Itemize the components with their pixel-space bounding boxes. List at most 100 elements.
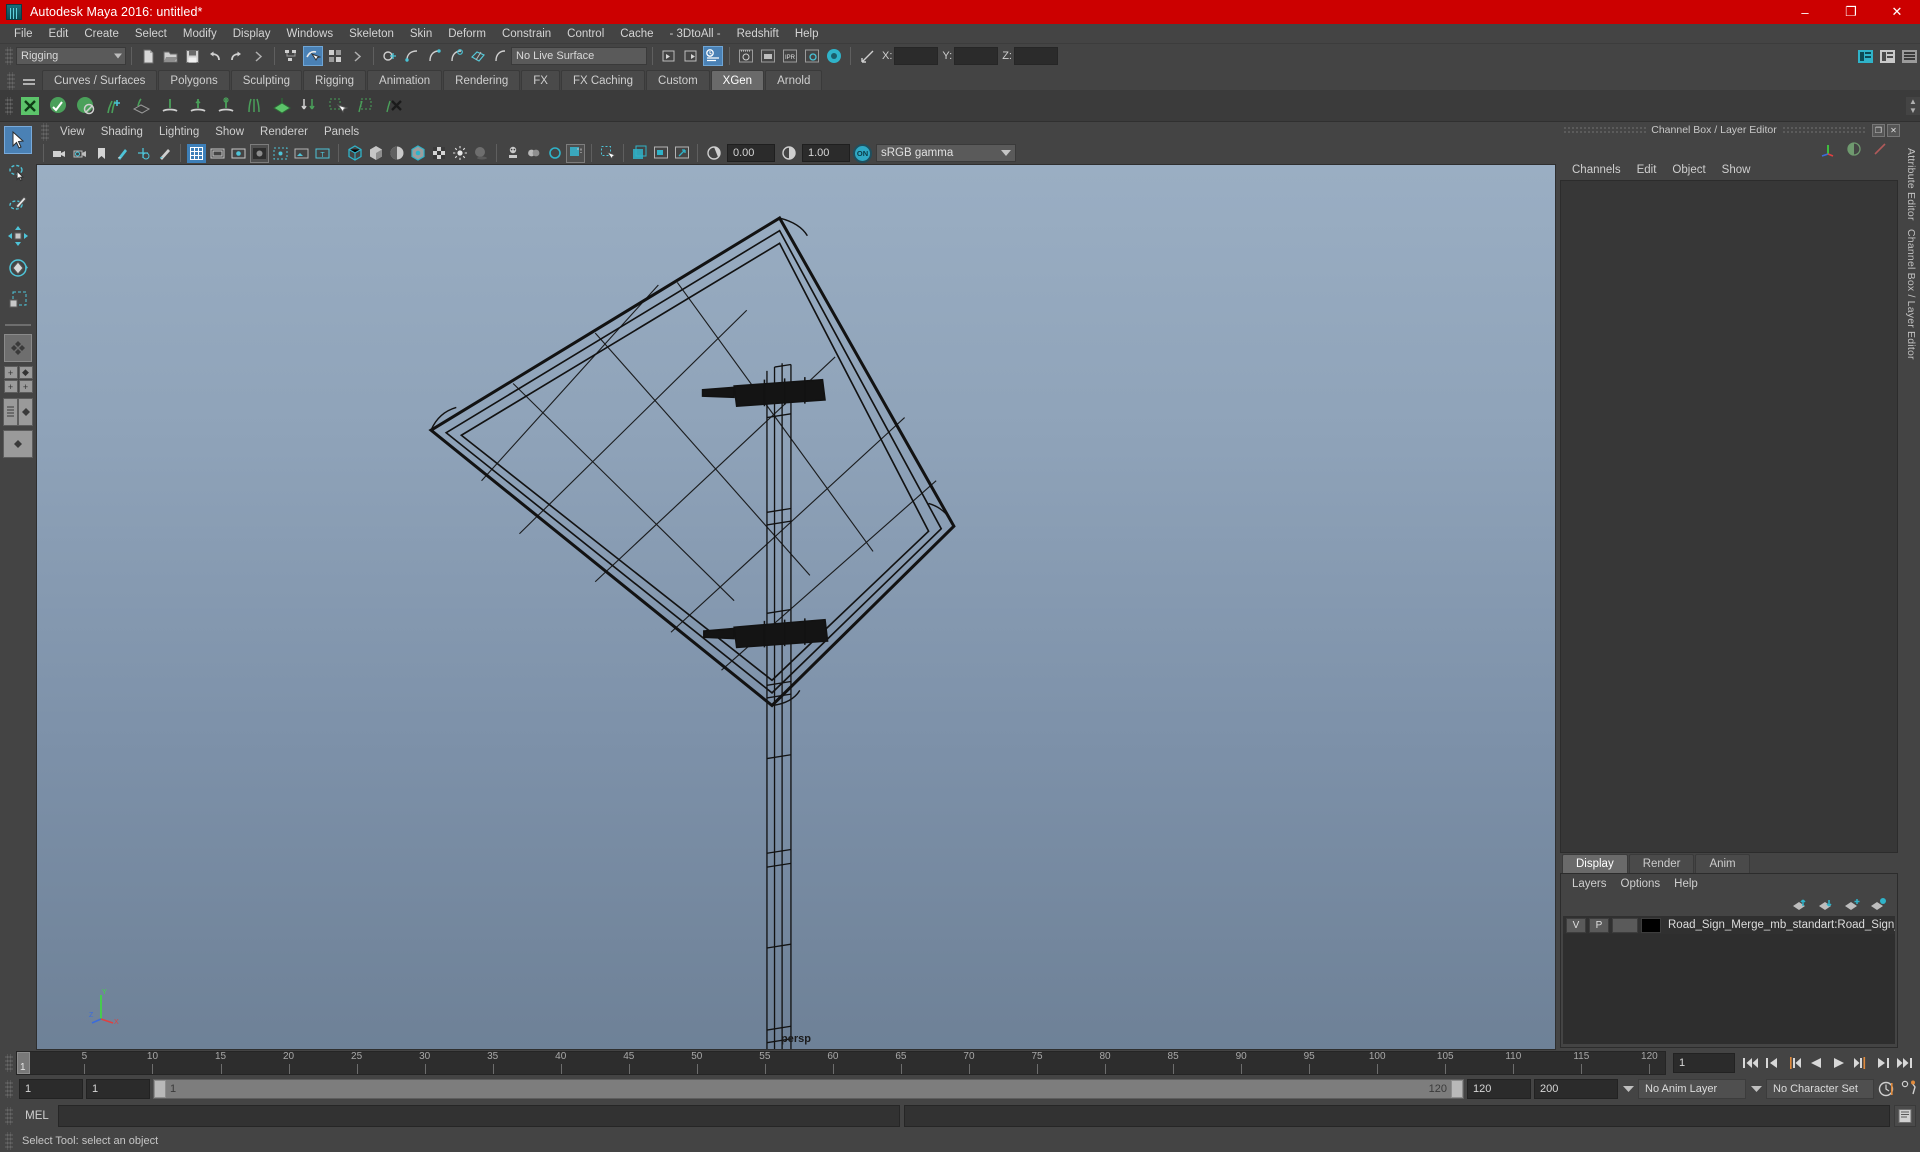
shelf-tab-animation[interactable]: Animation	[367, 70, 443, 90]
graph-editor-icon[interactable]	[1872, 141, 1888, 157]
flat-shade-icon[interactable]	[387, 144, 406, 163]
component-mode-expand[interactable]	[347, 46, 367, 66]
viewport-menu-shading[interactable]: Shading	[93, 125, 151, 139]
menu-windows[interactable]: Windows	[278, 26, 341, 42]
layout-quad-br[interactable]: +	[18, 380, 33, 393]
command-input[interactable]	[58, 1105, 900, 1127]
textured-mode-icon[interactable]	[429, 144, 448, 163]
display-layer-list[interactable]: V P Road_Sign_Merge_mb_standart:Road_Sig…	[1563, 916, 1895, 1044]
character-set-dropdown-arrow[interactable]	[1749, 1085, 1763, 1093]
layers-menu[interactable]: Layers	[1565, 877, 1614, 891]
shelf-menu-icon[interactable]	[20, 71, 38, 89]
gamma-icon[interactable]	[779, 144, 798, 163]
step-back-key-button[interactable]	[1784, 1053, 1804, 1073]
range-slider-grip[interactable]	[5, 1080, 13, 1098]
render-settings-icon[interactable]	[703, 46, 723, 66]
shelf-tab-rendering[interactable]: Rendering	[443, 70, 521, 90]
time-cursor[interactable]: 1	[17, 1052, 30, 1074]
exposure-icon[interactable]	[704, 144, 723, 163]
snapshot-icon[interactable]	[630, 144, 649, 163]
step-forward-key-button[interactable]	[1850, 1053, 1870, 1073]
shelf-tab-curves-surfaces[interactable]: Curves / Surfaces	[42, 70, 158, 90]
viewport-menu-panels[interactable]: Panels	[316, 125, 367, 139]
shelf-icons-grip[interactable]	[5, 96, 13, 115]
shelf-grip[interactable]	[7, 72, 15, 90]
menu-skeleton[interactable]: Skeleton	[341, 26, 402, 42]
xray-mode-icon[interactable]	[503, 144, 522, 163]
go-to-end-button[interactable]	[1894, 1053, 1914, 1073]
play-backwards-button[interactable]	[1806, 1053, 1826, 1073]
shelf-scroll-arrows[interactable]: ▲ ▼	[1906, 96, 1920, 115]
animation-start-input[interactable]: 1	[19, 1079, 83, 1099]
time-slider-grip[interactable]	[5, 1054, 13, 1072]
menu-3dtoall[interactable]: - 3DtoAll -	[662, 26, 729, 42]
paint-select-tool[interactable]	[4, 190, 32, 218]
maximize-button[interactable]: ❐	[1828, 0, 1874, 24]
lasso-select-tool[interactable]	[4, 158, 32, 186]
xray-active-components-icon[interactable]	[545, 144, 564, 163]
snap-to-view-planes-icon[interactable]	[468, 46, 488, 66]
viewport-display-mode-icon[interactable]	[566, 143, 585, 163]
film-gate-icon[interactable]	[208, 144, 227, 163]
redo-button[interactable]	[226, 46, 246, 66]
object-menu[interactable]: Object	[1664, 163, 1713, 177]
show-menu[interactable]: Show	[1714, 163, 1759, 177]
xgen-select-region-icon[interactable]	[352, 92, 380, 120]
go-to-start-button[interactable]	[1740, 1053, 1760, 1073]
select-by-component-type-button[interactable]	[325, 46, 345, 66]
use-all-lights-icon[interactable]	[450, 144, 469, 163]
hypershade-icon[interactable]	[824, 46, 844, 66]
undo-button[interactable]	[204, 46, 224, 66]
character-set-selector[interactable]: No Character Set	[1766, 1079, 1874, 1099]
close-panel-icon[interactable]: ✕	[1887, 123, 1900, 137]
menu-redshift[interactable]: Redshift	[729, 26, 787, 42]
layout-quad-bl[interactable]: +	[3, 380, 18, 393]
channel-box-toggle-icon[interactable]	[1846, 141, 1862, 157]
layer-color-swatch[interactable]	[1641, 917, 1661, 933]
play-forwards-button[interactable]	[1828, 1053, 1848, 1073]
two-d-pan-zoom-icon[interactable]	[134, 144, 153, 163]
grease-pencil-icon[interactable]	[155, 144, 174, 163]
gamma-input[interactable]: 1.00	[802, 144, 850, 162]
open-render-view-icon[interactable]	[659, 46, 679, 66]
menu-skin[interactable]: Skin	[402, 26, 440, 42]
help-line-grip[interactable]	[5, 1132, 13, 1150]
create-layer-from-selected-icon[interactable]	[1870, 897, 1887, 912]
viewport-grip[interactable]	[41, 123, 49, 141]
menu-set-selector[interactable]: Rigging	[16, 47, 126, 65]
perspective-viewport[interactable]: persp Y X Z	[36, 164, 1556, 1050]
xgen-collection-icon[interactable]	[128, 92, 156, 120]
help-menu[interactable]: Help	[1667, 877, 1705, 891]
xgen-convert-to-polygons-icon[interactable]	[268, 92, 296, 120]
xgen-select-guides-icon[interactable]	[324, 92, 352, 120]
menu-constrain[interactable]: Constrain	[494, 26, 559, 42]
menu-help[interactable]: Help	[787, 26, 827, 42]
exposure-input[interactable]: 0.00	[727, 144, 775, 162]
anim-layer-dropdown-arrow[interactable]	[1621, 1085, 1635, 1093]
viewport-menu-show[interactable]: Show	[207, 125, 252, 139]
statusline-grip[interactable]	[5, 47, 13, 65]
layout-outliner-pane[interactable]	[3, 398, 18, 426]
color-profile-selector[interactable]: sRGB gamma	[876, 144, 1016, 162]
channel-box-list[interactable]	[1560, 180, 1898, 853]
hypershade-persp-layout-button[interactable]	[3, 430, 33, 458]
x-axis-input[interactable]	[894, 47, 939, 65]
outliner-persp-layout-button[interactable]	[3, 398, 33, 426]
tab-display[interactable]: Display	[1562, 854, 1628, 873]
shelf-tab-arnold[interactable]: Arnold	[765, 70, 823, 90]
xgen-editor-icon[interactable]	[16, 92, 44, 120]
undock-panel-icon[interactable]: ❐	[1872, 123, 1885, 137]
command-language-label[interactable]: MEL	[20, 1110, 54, 1122]
selection-mode-expand[interactable]	[248, 46, 268, 66]
menu-control[interactable]: Control	[559, 26, 612, 42]
range-end-input[interactable]: 120	[1467, 1079, 1531, 1099]
z-axis-input[interactable]	[1013, 47, 1058, 65]
range-start-input[interactable]: 1	[86, 1079, 150, 1099]
select-by-object-type-button[interactable]	[303, 46, 323, 66]
layout-hypershade-pane[interactable]	[3, 430, 33, 458]
save-scene-button[interactable]	[182, 46, 202, 66]
live-surface-field[interactable]: No Live Surface	[511, 47, 647, 65]
snap-to-projected-center-icon[interactable]	[446, 46, 466, 66]
side-tab-channel-box-layer-editor[interactable]: Channel Box / Layer Editor	[1905, 229, 1917, 360]
auto-keyframe-icon[interactable]	[1877, 1079, 1897, 1099]
